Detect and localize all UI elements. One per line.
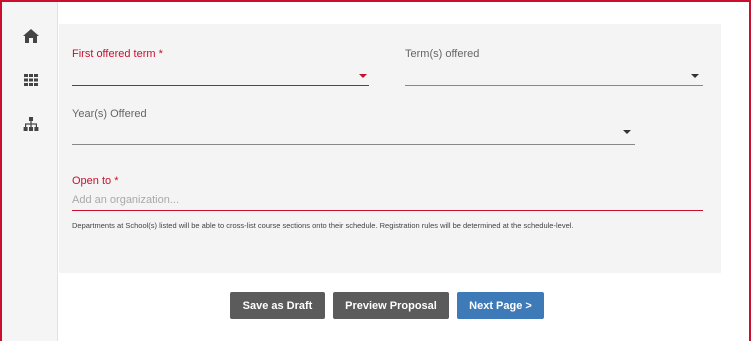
sidebar-item-home[interactable]: [20, 26, 42, 46]
open-to-input[interactable]: Add an organization...: [72, 194, 179, 206]
save-draft-button[interactable]: Save as Draft: [230, 292, 325, 319]
years-offered-select[interactable]: Year(s) Offered: [72, 108, 635, 148]
chevron-down-icon: [359, 74, 367, 78]
course-offering-form: First offered term * Term(s) offered Yea…: [59, 24, 721, 273]
next-page-button[interactable]: Next Page >: [457, 292, 544, 319]
terms-offered-label: Term(s) offered: [405, 48, 480, 60]
first-offered-term-select[interactable]: First offered term *: [72, 48, 369, 88]
chevron-down-icon: [691, 74, 699, 78]
years-offered-label: Year(s) Offered: [72, 108, 147, 120]
grid-icon: [24, 74, 38, 86]
sidebar-item-hierarchy[interactable]: [20, 114, 42, 134]
sidebar: [2, 2, 58, 341]
open-to-help-text: Departments at School(s) listed will be …: [72, 221, 574, 230]
open-to-underline: [72, 210, 703, 211]
home-icon: [23, 29, 39, 43]
open-to-label: Open to *: [72, 175, 119, 187]
terms-offered-select[interactable]: Term(s) offered: [405, 48, 703, 88]
chevron-down-icon: [623, 130, 631, 134]
open-to-field[interactable]: Open to * Add an organization...: [72, 175, 703, 213]
years-offered-underline: [72, 144, 635, 145]
terms-offered-underline: [405, 85, 703, 86]
first-offered-term-underline: [72, 85, 369, 86]
preview-proposal-button[interactable]: Preview Proposal: [333, 292, 449, 319]
first-offered-term-label: First offered term *: [72, 48, 163, 60]
sitemap-icon: [23, 117, 39, 131]
sidebar-item-grid[interactable]: [20, 70, 42, 90]
